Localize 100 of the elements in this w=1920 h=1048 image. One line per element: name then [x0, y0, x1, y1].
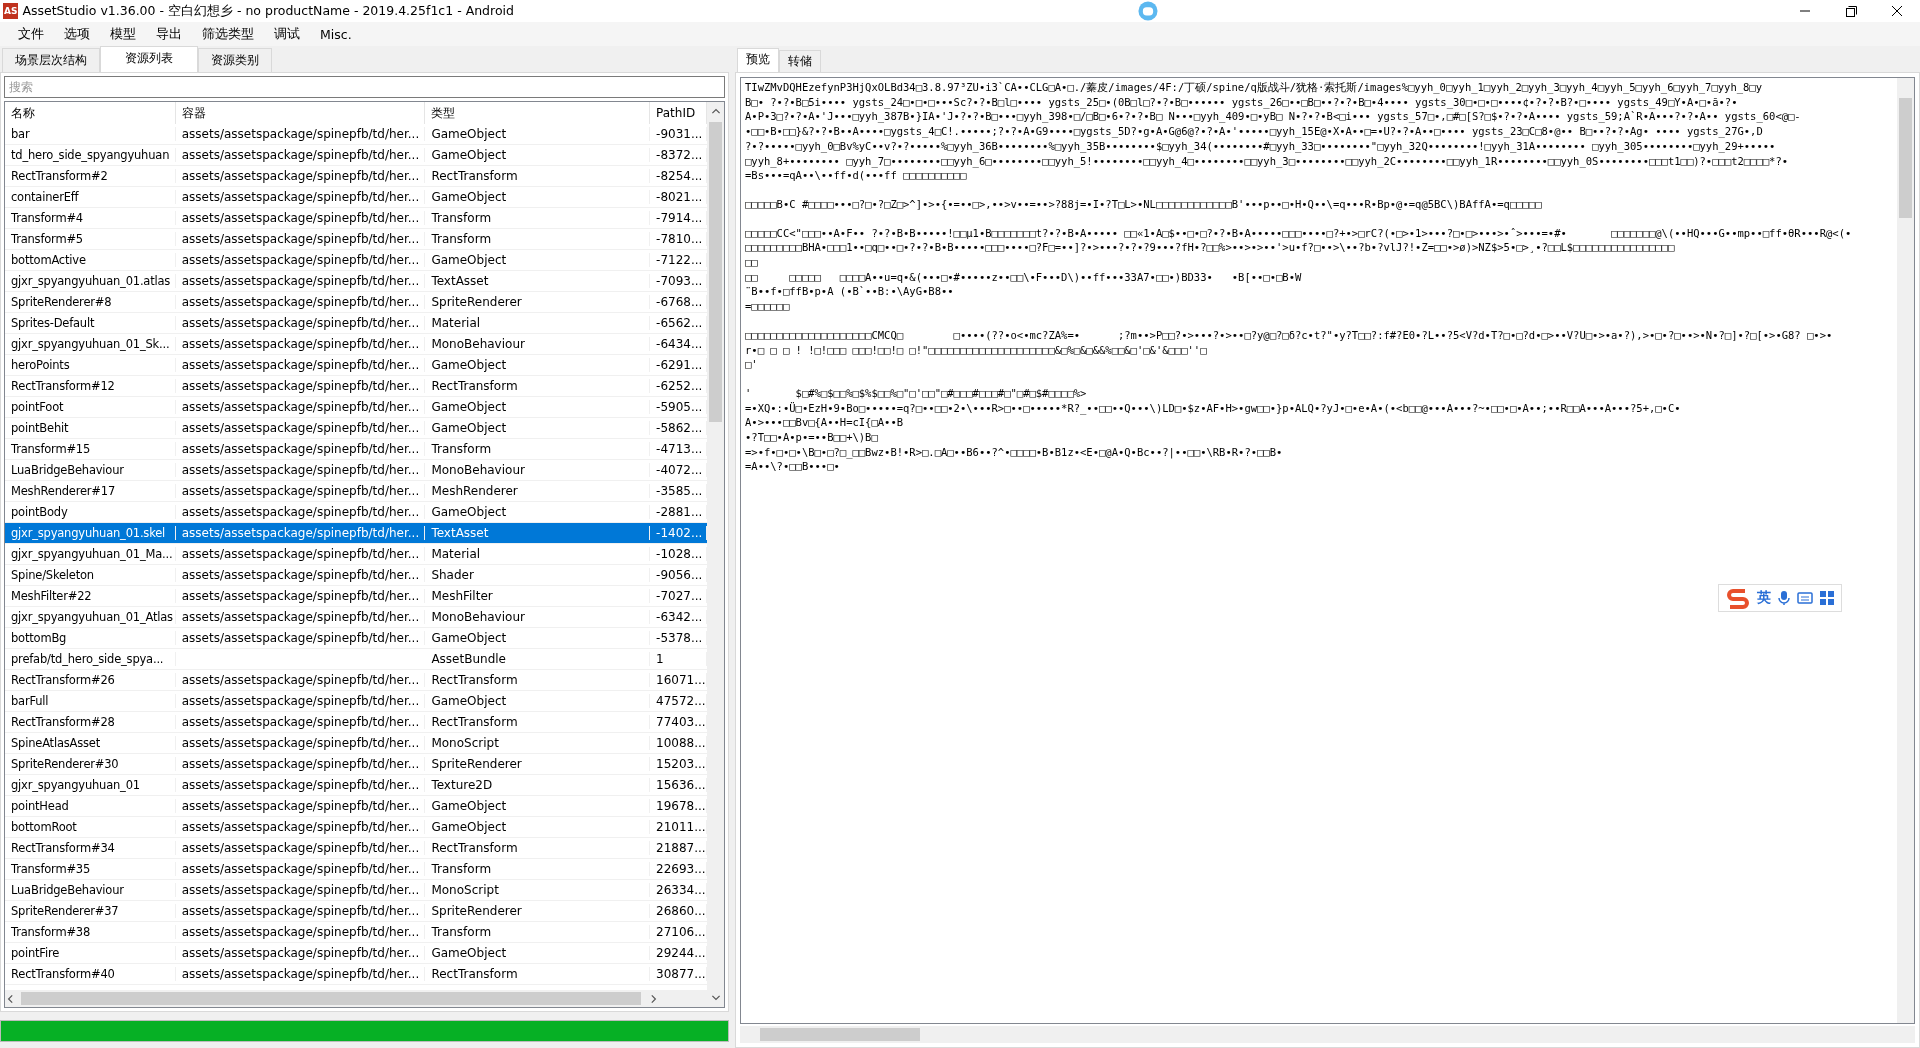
- table-cell: pointBody: [5, 505, 176, 519]
- table-cell: -7122...: [650, 253, 707, 267]
- mic-icon[interactable]: [1777, 590, 1791, 606]
- horizontal-scrollbar[interactable]: [740, 1026, 1915, 1043]
- tab[interactable]: 资源列表: [100, 46, 198, 72]
- tab[interactable]: 预览: [737, 48, 779, 72]
- ime-toolbar[interactable]: 英: [1718, 584, 1842, 612]
- tab[interactable]: 资源类别: [198, 48, 272, 72]
- table-row[interactable]: pointFoot assets/assetspackage/spinepfb/td/her... GameObject -5905...: [5, 397, 707, 418]
- menu-item[interactable]: 模型: [100, 23, 146, 45]
- preview-text-area[interactable]: [740, 77, 1915, 1024]
- column-header[interactable]: 类型: [425, 102, 651, 124]
- table-row[interactable]: bar assets/assetspackage/spinepfb/td/her... GameObject -9031...: [5, 124, 707, 145]
- table-row[interactable]: SpineAtlasAsset assets/assetspackage/spinepfb/td/her... MonoScript 10088...: [5, 733, 707, 754]
- table-cell: Material: [425, 547, 651, 561]
- menu-item[interactable]: 筛选类型: [192, 23, 264, 45]
- table-cell: -7810...: [650, 232, 707, 246]
- menu-item[interactable]: Misc.: [310, 24, 362, 44]
- table-row[interactable]: Transform#35 assets/assetspackage/spinepfb/td/her... Transform 22693...: [5, 859, 707, 880]
- table-row[interactable]: gjxr_spyangyuhuan_01_Atlas assets/assetspackage/spinepfb/td/her... MonoBehaviour -6342...: [5, 607, 707, 628]
- table-row[interactable]: pointHead assets/assetspackage/spinepfb/td/her... GameObject 19678...: [5, 796, 707, 817]
- table-row[interactable]: SpriteRenderer#30 assets/assetspackage/spinepfb/td/her... SpriteRenderer 15203...: [5, 754, 707, 775]
- table-row[interactable]: bottomActive assets/assetspackage/spinepfb/td/her... GameObject -7122...: [5, 250, 707, 271]
- table-row[interactable]: bottomRoot assets/assetspackage/spinepfb/td/her... GameObject 21011...: [5, 817, 707, 838]
- table-row[interactable]: gjxr_spyangyuhuan_01_Sk... assets/assetspackage/spinepfb/td/her... MonoBehaviour -6434...: [5, 334, 707, 355]
- table-cell: SpriteRenderer#8: [5, 295, 176, 309]
- table-row[interactable]: LuaBridgeBehaviour assets/assetspackage/spinepfb/td/her... MonoBehaviour -4072...: [5, 460, 707, 481]
- table-cell: Material: [425, 316, 651, 330]
- table-row[interactable]: Transform#15 assets/assetspackage/spinepfb/td/her... Transform -4713...: [5, 439, 707, 460]
- table-row[interactable]: gjxr_spyangyuhuan_01 assets/assetspackage/spinepfb/td/her... Texture2D 15636...: [5, 775, 707, 796]
- vertical-scrollbar[interactable]: [1897, 78, 1914, 1023]
- table-row[interactable]: pointFire assets/assetspackage/spinepfb/td/her... GameObject 29244...: [5, 943, 707, 964]
- text-line: =□□□□□□: [745, 299, 791, 314]
- table-cell: GameObject: [425, 505, 651, 519]
- table-row[interactable]: gjxr_spyangyuhuan_01_Ma... assets/assetspackage/spinepfb/td/her... Material -1028...: [5, 544, 707, 565]
- table-row[interactable]: RectTransform#40 assets/assetspackage/spinepfb/td/her... RectTransform 30877...: [5, 964, 707, 985]
- tab[interactable]: 场景层次结构: [2, 48, 100, 72]
- table-row[interactable]: heroPoints assets/assetspackage/spinepfb/td/her... GameObject -6291...: [5, 355, 707, 376]
- table-row[interactable]: SpriteRenderer#8 assets/assetspackage/spinepfb/td/her... SpriteRenderer -6768...: [5, 292, 707, 313]
- table-row[interactable]: gjxr_spyangyuhuan_01.skel assets/assetspackage/spinepfb/td/her... TextAsset -1402...: [5, 523, 707, 544]
- table-row[interactable]: RectTransform#12 assets/assetspackage/spinepfb/td/her... RectTransform -6252...: [5, 376, 707, 397]
- menu-item[interactable]: 选项: [54, 23, 100, 45]
- table-row[interactable]: MeshRenderer#17 assets/assetspackage/spinepfb/td/her... MeshRenderer -3585...: [5, 481, 707, 502]
- table-cell: 26334...: [650, 883, 707, 897]
- table-cell: 16071...: [650, 673, 707, 687]
- table-row[interactable]: containerEff assets/assetspackage/spinepfb/td/her... GameObject -8021...: [5, 187, 707, 208]
- column-header[interactable]: 名称: [5, 102, 176, 124]
- table-cell: 21011...: [650, 820, 707, 834]
- table-cell: GameObject: [425, 799, 651, 813]
- table-cell: pointFire: [5, 946, 176, 960]
- table-row[interactable]: RectTransform#26 assets/assetspackage/spinepfb/td/her... RectTransform 16071...: [5, 670, 707, 691]
- table-row[interactable]: Transform#38 assets/assetspackage/spinepfb/td/her... Transform 27106...: [5, 922, 707, 943]
- table-row[interactable]: Spine/Skeleton assets/assetspackage/spinepfb/td/her... Shader -9056...: [5, 565, 707, 586]
- table-cell: pointHead: [5, 799, 176, 813]
- table-row[interactable]: RectTransform#34 assets/assetspackage/spinepfb/td/her... RectTransform 21887...: [5, 838, 707, 859]
- table-cell: -5905...: [650, 400, 707, 414]
- table-row[interactable]: prefab/td_hero_side_spya... AssetBundle 1: [5, 649, 707, 670]
- search-field[interactable]: 搜索: [4, 76, 725, 98]
- table-cell: 26860...: [650, 904, 707, 918]
- table-cell: RectTransform: [425, 379, 651, 393]
- horizontal-scrollbar[interactable]: [5, 990, 707, 1007]
- table-row[interactable]: Sprites-Default assets/assetspackage/spinepfb/td/her... Material -6562...: [5, 313, 707, 334]
- menu-item[interactable]: 文件: [8, 23, 54, 45]
- table-row[interactable]: LuaBridgeBehaviour assets/assetspackage/spinepfb/td/her... MonoScript 26334...: [5, 880, 707, 901]
- text-line: □□□□□□□□□BHA•□□□1••□q□••□•?•?•B•B•••••□□□••••□?F□=••]?•>•••?•?•?9•••?fH•?□□%>••>•>••'>u•f?□••>\••?b•?vlJ?!•Z=□□•>ø)>NZ$>5•□>¸•?□□L$□□□□□□□□□□□□□□□□: [745, 240, 1676, 256]
- grid-icon[interactable]: [1819, 590, 1835, 606]
- table-cell: gjxr_spyangyuhuan_01: [5, 778, 176, 792]
- table-row[interactable]: td_hero_side_spyangyuhuan assets/assetspackage/spinepfb/td/her... GameObject -8372...: [5, 145, 707, 166]
- table-cell: Transform#5: [5, 232, 176, 246]
- table-row[interactable]: MeshFilter#22 assets/assetspackage/spinepfb/td/her... MeshFilter -7027...: [5, 586, 707, 607]
- ime-mode[interactable]: 英: [1757, 589, 1771, 607]
- table-cell: GameObject: [425, 820, 651, 834]
- table-row[interactable]: bottomBg assets/assetspackage/spinepfb/td/her... GameObject -5378...: [5, 628, 707, 649]
- menu-item[interactable]: 调试: [264, 23, 310, 45]
- table-row[interactable]: Transform#4 assets/assetspackage/spinepfb/td/her... Transform -7914...: [5, 208, 707, 229]
- table-cell: Texture2D: [425, 778, 651, 792]
- table-row[interactable]: pointBehit assets/assetspackage/spinepfb/td/her... GameObject -5862...: [5, 418, 707, 439]
- menu-item[interactable]: 导出: [146, 23, 192, 45]
- table-row[interactable]: Transform#5 assets/assetspackage/spinepfb/td/her... Transform -7810...: [5, 229, 707, 250]
- table-cell: RectTransform#34: [5, 841, 176, 855]
- text-line: =>•f•□•□•\B□•□?□_□□Bwz•B!•R>□.□A□••B6••?^•□□□□•B•B1z•<E•□@A•Q•Bc••?|••□□•\RB•R•?•□□B•: [745, 444, 1284, 460]
- table-cell: assets/assetspackage/spinepfb/td/her...: [175, 715, 426, 729]
- table-cell: RectTransform#40: [5, 967, 176, 981]
- chat-icon[interactable]: [1137, 0, 1159, 22]
- tab[interactable]: 转储: [779, 50, 821, 72]
- column-header[interactable]: 容器: [175, 102, 426, 124]
- table-cell: containerEff: [5, 190, 176, 204]
- text-line: TIwZMvDQHEzefynP3HjQxOLBd34□3.8.97³ZU•i3`CA••CLG□A•□./蓁皮/images/4F:/丁硕/spine/q版战斗/犹格·索托斯/images%□yyh_0□yyh_1□yyh_2□yyh_3□yyh_4□yyh_5□yyh_6□yyh_7□yyh_8□y: [745, 80, 1763, 95]
- table-row[interactable]: RectTransform#2 assets/assetspackage/spinepfb/td/her... RectTransform -8254...: [5, 166, 707, 187]
- table-row[interactable]: barFull assets/assetspackage/spinepfb/td/her... GameObject 47572...: [5, 691, 707, 712]
- table-cell: assets/assetspackage/spinepfb/td/her...: [175, 673, 426, 687]
- vertical-scrollbar[interactable]: [707, 102, 724, 1007]
- keyboard-icon[interactable]: [1797, 591, 1813, 605]
- column-header[interactable]: PathID: [650, 102, 707, 124]
- table-cell: gjxr_spyangyuhuan_01.atlas: [5, 274, 176, 288]
- table-cell: assets/assetspackage/spinepfb/td/her...: [175, 547, 426, 561]
- table-row[interactable]: RectTransform#28 assets/assetspackage/spinepfb/td/her... RectTransform 77403...: [5, 712, 707, 733]
- table-row[interactable]: SpriteRenderer#37 assets/assetspackage/spinepfb/td/her... SpriteRenderer 26860...: [5, 901, 707, 922]
- table-cell: MeshFilter: [425, 589, 651, 603]
- table-row[interactable]: gjxr_spyangyuhuan_01.atlas assets/assetspackage/spinepfb/td/her... TextAsset -7093...: [5, 271, 707, 292]
